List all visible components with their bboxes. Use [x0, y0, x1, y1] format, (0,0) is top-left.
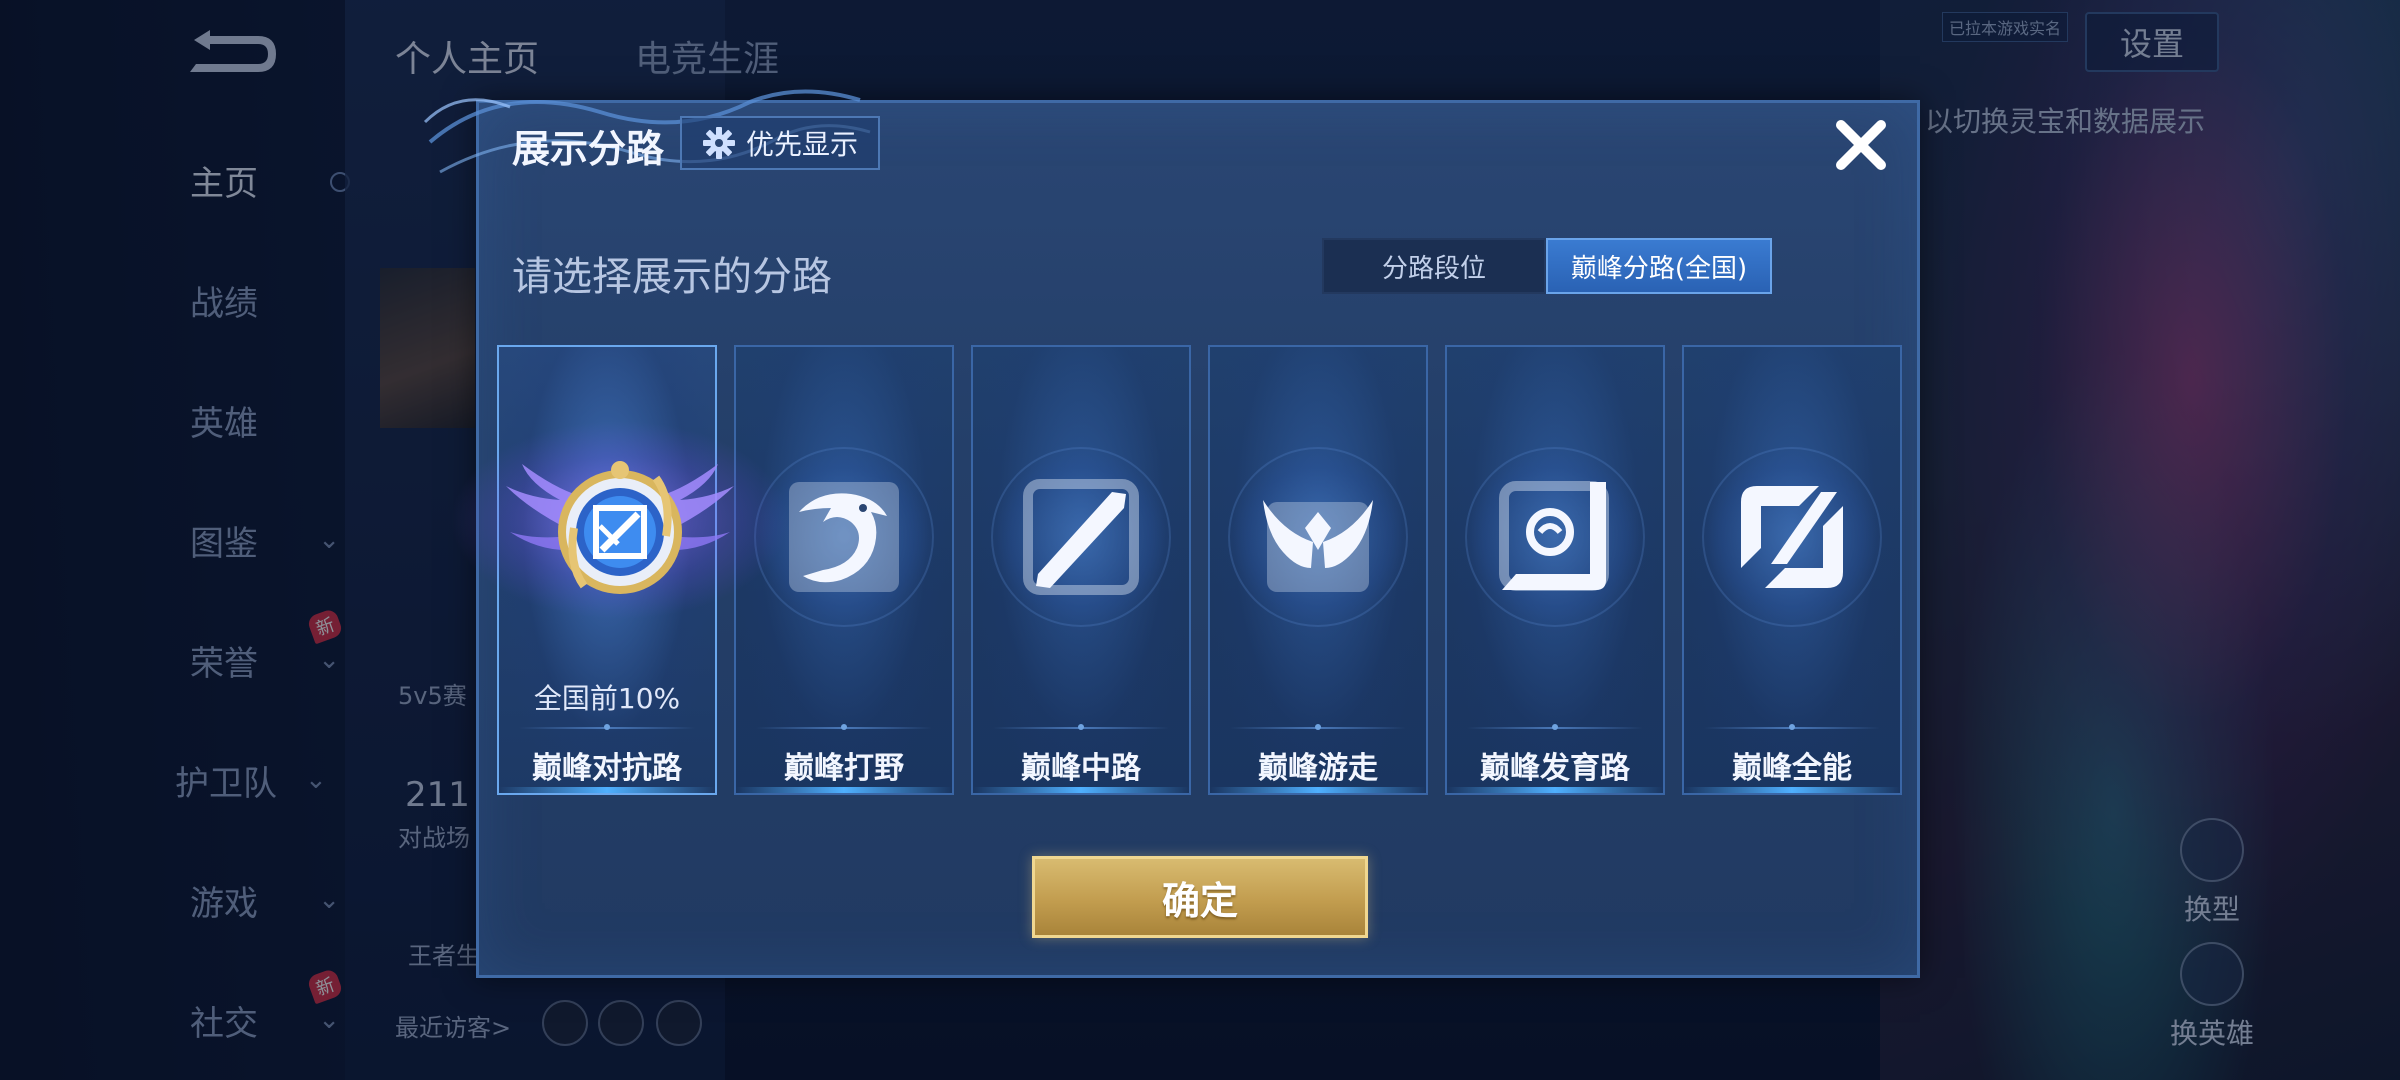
role-name: 巅峰对抗路 [532, 751, 682, 786]
mid-slash-icon [1023, 479, 1139, 595]
dialog-title: 展示分路 [512, 127, 665, 171]
card-divider [756, 724, 932, 730]
gear-icon [702, 127, 735, 159]
jungle-dragon-icon [789, 482, 899, 592]
support-wings-icon [1263, 500, 1373, 592]
close-icon [1836, 120, 1886, 170]
card-divider [1704, 724, 1880, 730]
priority-button-label: 优先显示 [745, 128, 858, 161]
adc-target-icon [1499, 481, 1609, 591]
role-card-all-round[interactable]: 巅峰全能 [1682, 345, 1902, 795]
role-name: 巅峰中路 [1021, 751, 1141, 786]
role-card-jungle[interactable]: 巅峰打野 [734, 345, 954, 795]
card-divider [1467, 724, 1643, 730]
role-name: 巅峰打野 [784, 751, 904, 786]
dialog-subtitle: 请选择展示的分路 [512, 254, 832, 300]
card-divider [1230, 724, 1406, 730]
tab-peak-lane-national[interactable]: 巅峰分路(全国) [1546, 238, 1772, 294]
role-name: 巅峰发育路 [1480, 751, 1630, 786]
role-card-adc[interactable]: 巅峰发育路 [1445, 345, 1665, 795]
card-divider [519, 724, 695, 730]
rank-emblem-icon [506, 461, 734, 594]
close-button[interactable] [1826, 110, 1896, 180]
confirm-button[interactable]: 确定 [1032, 856, 1368, 938]
role-card-support[interactable]: 巅峰游走 [1208, 345, 1428, 795]
rank-percent: 全国前10% [533, 682, 681, 715]
priority-display-button[interactable]: 优先显示 [680, 116, 880, 170]
tab-lane-rank[interactable]: 分路段位 [1322, 238, 1546, 294]
card-divider [993, 724, 1169, 730]
role-name: 巅峰游走 [1258, 751, 1378, 786]
role-name: 巅峰全能 [1732, 751, 1852, 786]
all-round-icon [1741, 486, 1843, 588]
role-card-mid[interactable]: 巅峰中路 [971, 345, 1191, 795]
